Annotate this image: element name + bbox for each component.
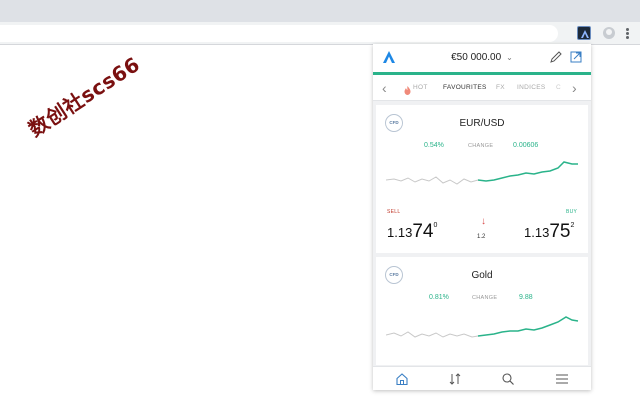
change-percent: 0.81% <box>429 294 449 301</box>
market-tabs: ‹ HOT FAVOURITES FX INDICES C › <box>373 75 591 101</box>
address-bar[interactable] <box>0 25 558 42</box>
chevron-left-icon[interactable]: ‹ <box>382 80 387 96</box>
instrument-card-gold[interactable]: CFD Gold 0.81% CHANGE 9.88 <box>376 257 588 365</box>
tab-indices[interactable]: INDICES <box>517 84 545 91</box>
hamburger-menu-icon[interactable] <box>555 372 569 390</box>
price-sparkline <box>386 161 578 185</box>
flame-icon <box>404 82 411 100</box>
browser-tabstrip <box>0 0 640 22</box>
app-logo-icon[interactable] <box>577 26 591 40</box>
extension-popup: €50 000.00 ⌄ ‹ HOT FAVOURITES FX INDICES … <box>373 44 591 390</box>
profile-avatar-icon[interactable] <box>603 27 615 39</box>
instrument-title: EUR/USD <box>459 118 505 129</box>
external-link-icon[interactable] <box>569 50 583 69</box>
browser-chrome <box>0 0 640 45</box>
change-value: 9.88 <box>519 294 533 301</box>
change-label: CHANGE <box>472 295 498 301</box>
buy-label: BUY <box>566 209 578 215</box>
chevron-right-icon[interactable]: › <box>572 80 577 96</box>
tab-more[interactable]: C <box>556 84 561 91</box>
screen: 数创社scs66 €50 000.00 ⌄ ‹ HOT FAVOURITES F… <box>0 0 640 400</box>
sell-price-button[interactable]: 1.13740 <box>387 221 437 243</box>
arrow-down-icon: ↓ <box>481 216 486 227</box>
popup-header: €50 000.00 ⌄ <box>373 44 591 72</box>
chevron-down-icon: ⌄ <box>506 53 513 62</box>
spread-value: 1.2 <box>477 234 486 240</box>
pencil-icon[interactable] <box>549 50 563 69</box>
instrument-title: Gold <box>471 270 493 281</box>
buy-price-button[interactable]: 1.13752 <box>524 221 574 243</box>
watermark: 数创社scs66 <box>24 51 145 142</box>
account-balance: €50 000.00 <box>451 52 502 63</box>
change-label: CHANGE <box>468 143 494 149</box>
kebab-menu-icon[interactable] <box>626 28 630 40</box>
transfer-arrows-icon[interactable] <box>448 372 462 390</box>
sell-label: SELL <box>387 209 401 215</box>
bottom-nav <box>373 366 591 390</box>
instrument-card-eurusd[interactable]: CFD EUR/USD 0.54% CHANGE 0.00606 SELL BU… <box>376 105 588 253</box>
price-sparkline <box>386 316 579 338</box>
home-icon[interactable] <box>395 372 409 390</box>
tab-hot[interactable]: HOT <box>413 84 428 91</box>
tab-favourites[interactable]: FAVOURITES <box>443 84 487 91</box>
search-icon[interactable] <box>501 372 515 390</box>
change-value: 0.00606 <box>513 142 539 149</box>
tab-fx[interactable]: FX <box>496 84 505 91</box>
change-percent: 0.54% <box>424 142 444 149</box>
